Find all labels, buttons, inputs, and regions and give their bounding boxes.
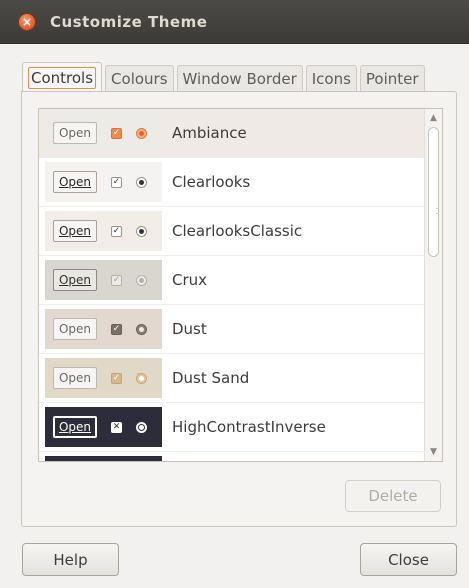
preview-checkbox-icon: ✓ — [111, 225, 122, 237]
tab-controls-label: Controls — [28, 66, 97, 89]
theme-row-partial[interactable] — [39, 452, 442, 461]
theme-row-crux[interactable]: Open ✓ Crux — [39, 256, 442, 305]
preview-button: Open — [53, 122, 97, 144]
preview-button: Open — [53, 318, 97, 340]
preview-checkbox-icon: ✓ — [111, 372, 122, 384]
tab-pointer[interactable]: Pointer — [359, 65, 425, 92]
preview-button: Open — [53, 220, 97, 242]
theme-name: Dust Sand — [172, 369, 250, 387]
preview-radio-icon — [136, 421, 147, 433]
scroll-thumb[interactable] — [428, 127, 439, 257]
preview-checkbox-icon: ✕ — [111, 421, 122, 433]
preview-button: Open — [53, 367, 97, 389]
preview-checkbox-icon: ✓ — [111, 127, 122, 139]
theme-preview: Open ✓ — [45, 260, 162, 300]
theme-row-dust-sand[interactable]: Open ✓ Dust Sand — [39, 354, 442, 403]
theme-preview: Open ✓ — [45, 162, 162, 202]
theme-name: Dust — [172, 320, 207, 338]
theme-preview: Open ✓ — [45, 211, 162, 251]
theme-row-dust[interactable]: Open ✓ Dust — [39, 305, 442, 354]
theme-preview — [45, 456, 162, 461]
theme-name: Clearlooks — [172, 173, 251, 191]
theme-list[interactable]: Open ✓ Ambiance Open ✓ Clearlooks Open ✓ — [38, 108, 443, 462]
tab-controls[interactable]: Controls — [22, 62, 103, 92]
theme-name: Crux — [172, 271, 208, 289]
preview-radio-icon — [136, 127, 147, 139]
theme-row-clearlooksclassic[interactable]: Open ✓ ClearlooksClassic — [39, 207, 442, 256]
preview-button: Open — [53, 416, 97, 438]
tab-bar: Controls Colours Window Border Icons Poi… — [22, 62, 428, 92]
theme-preview: Open ✓ — [45, 358, 162, 398]
grip-icon — [436, 208, 439, 214]
close-button[interactable]: Close — [360, 543, 457, 576]
theme-row-clearlooks[interactable]: Open ✓ Clearlooks — [39, 158, 442, 207]
theme-preview: Open ✓ — [45, 309, 162, 349]
close-window-button[interactable]: × — [18, 12, 36, 31]
theme-name: Ambiance — [172, 124, 247, 142]
preview-radio-icon — [136, 176, 147, 188]
help-button[interactable]: Help — [22, 543, 119, 576]
list-scrollbar[interactable]: ▲ ▼ — [424, 109, 442, 461]
tab-window-border[interactable]: Window Border — [176, 65, 303, 92]
theme-preview: Open ✓ — [45, 113, 162, 153]
theme-preview: Open ✕ — [45, 407, 162, 447]
window-title: Customize Theme — [50, 12, 208, 31]
preview-radio-icon — [136, 274, 147, 286]
preview-button: Open — [53, 269, 97, 291]
tab-icons[interactable]: Icons — [305, 65, 357, 92]
theme-name: HighContrastInverse — [172, 418, 326, 436]
title-bar: × Customize Theme — [0, 0, 469, 44]
delete-button[interactable]: Delete — [345, 480, 441, 512]
close-icon: × — [21, 14, 33, 29]
tab-colours[interactable]: Colours — [105, 65, 174, 92]
scroll-down-arrow-icon[interactable]: ▼ — [425, 445, 442, 459]
preview-button: Open — [53, 171, 97, 193]
preview-radio-icon — [136, 225, 147, 237]
theme-row-highcontrastinverse[interactable]: Open ✕ HighContrastInverse — [39, 403, 442, 452]
scroll-up-arrow-icon[interactable]: ▲ — [425, 111, 442, 125]
theme-name: ClearlooksClassic — [172, 222, 303, 240]
preview-radio-icon — [136, 372, 147, 384]
preview-checkbox-icon: ✓ — [111, 176, 122, 188]
preview-checkbox-icon: ✓ — [111, 274, 122, 286]
customize-theme-dialog: × Customize Theme Controls Colours Windo… — [0, 0, 469, 588]
theme-row-ambiance[interactable]: Open ✓ Ambiance — [39, 109, 442, 158]
preview-radio-icon — [136, 323, 147, 335]
controls-panel: Open ✓ Ambiance Open ✓ Clearlooks Open ✓ — [21, 91, 457, 527]
preview-checkbox-icon: ✓ — [111, 323, 122, 335]
